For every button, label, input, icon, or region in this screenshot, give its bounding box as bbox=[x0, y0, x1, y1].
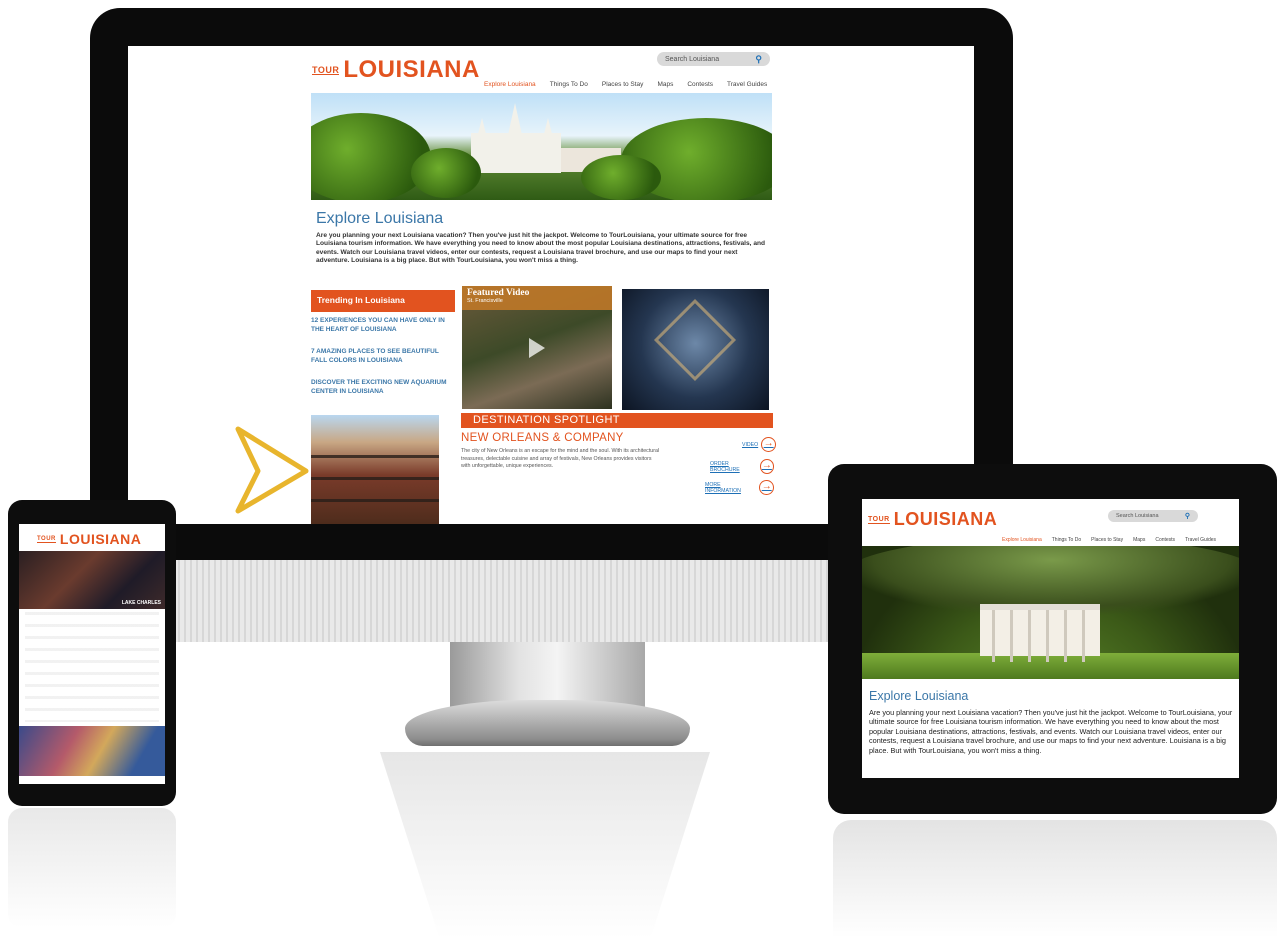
phone-banner-image[interactable] bbox=[19, 726, 165, 776]
spotlight-heading: DESTINATION SPOTLIGHT bbox=[461, 413, 773, 428]
nav-places-to-stay[interactable]: Places to Stay bbox=[602, 81, 644, 88]
site-logo[interactable]: TOUR LOUISIANA bbox=[312, 56, 480, 84]
arrow-right-icon: → bbox=[759, 459, 774, 474]
more-information-label: MORE INFORMATION bbox=[705, 481, 741, 494]
nav-maps[interactable]: Maps bbox=[657, 81, 673, 88]
trending-heading: Trending In Louisiana bbox=[311, 290, 455, 312]
tablet-screen: TOUR LOUISIANA Search Louisiana ⚲ Explor… bbox=[862, 499, 1239, 778]
tablet-logo[interactable]: TOUR LOUISIANA bbox=[868, 509, 997, 530]
nav-travel-guides[interactable]: Travel Guides bbox=[1185, 537, 1216, 543]
logo-tour-text: TOUR bbox=[312, 64, 340, 75]
nav-travel-guides[interactable]: Travel Guides bbox=[727, 81, 767, 88]
search-icon[interactable]: ⚲ bbox=[755, 54, 762, 65]
nav-things-to-do[interactable]: Things To Do bbox=[1052, 537, 1081, 543]
order-brochure-link[interactable]: ORDER BROCHURE → bbox=[710, 459, 774, 474]
tablet-explore-text: Are you planning your next Louisiana vac… bbox=[869, 708, 1233, 755]
video-link[interactable]: VIDEO → bbox=[742, 437, 777, 452]
featured-video-location: St. Francisville bbox=[467, 298, 503, 304]
phone-reflection bbox=[8, 808, 176, 928]
more-information-link[interactable]: MORE INFORMATION → bbox=[705, 480, 774, 495]
phone-hero-image[interactable]: LAKE CHARLES bbox=[19, 551, 165, 609]
explore-text: Are you planning your next Louisiana vac… bbox=[316, 232, 766, 265]
nav-things-to-do[interactable]: Things To Do bbox=[550, 81, 588, 88]
search-icon[interactable]: ⚲ bbox=[1185, 512, 1190, 520]
order-brochure-label: ORDER BROCHURE bbox=[710, 460, 740, 473]
logo-tour-text: TOUR bbox=[37, 535, 56, 543]
trending-item[interactable]: DISCOVER THE EXCITING NEW AQUARIUM CENTE… bbox=[311, 379, 451, 396]
nav-places-to-stay[interactable]: Places to Stay bbox=[1091, 537, 1123, 543]
phone-logo[interactable]: TOUR LOUISIANA bbox=[37, 531, 141, 547]
emblem-icon bbox=[653, 298, 737, 382]
logo-tour-text: TOUR bbox=[868, 515, 890, 524]
nav-contests[interactable]: Contests bbox=[687, 81, 713, 88]
featured-video-caption: Featured Video St. Francisville bbox=[462, 286, 612, 310]
pointer-arrow-icon bbox=[235, 426, 309, 514]
tablet-reflection bbox=[833, 820, 1277, 938]
logo-wordmark: LOUISIANA bbox=[59, 531, 142, 547]
tablet-hero-image bbox=[862, 546, 1239, 679]
nav-explore-louisiana[interactable]: Explore Louisiana bbox=[484, 81, 536, 88]
spotlight-title: NEW ORLEANS & COMPANY bbox=[461, 432, 624, 444]
tablet-explore-title: Explore Louisiana bbox=[869, 689, 969, 703]
nav-explore-louisiana[interactable]: Explore Louisiana bbox=[1002, 537, 1042, 543]
desktop-site: TOUR LOUISIANA Search Louisiana ⚲ Explor… bbox=[310, 46, 777, 524]
search-placeholder: Search Louisiana bbox=[665, 55, 720, 63]
featured-video[interactable]: Featured Video St. Francisville bbox=[462, 286, 612, 409]
nav-maps[interactable]: Maps bbox=[1133, 537, 1145, 543]
explore-title: Explore Louisiana bbox=[316, 210, 444, 227]
search-placeholder: Search Louisiana bbox=[1116, 513, 1159, 519]
balcony-photo[interactable] bbox=[311, 415, 439, 524]
video-link-label: VIDEO bbox=[742, 441, 759, 448]
tablet-nav: Explore Louisiana Things To Do Places to… bbox=[1002, 537, 1216, 543]
tablet-search-input[interactable]: Search Louisiana ⚲ bbox=[1108, 510, 1198, 522]
featured-video-title: Featured Video bbox=[467, 288, 530, 298]
arrow-right-icon: → bbox=[761, 437, 777, 452]
spotlight-text: The city of New Orleans is an escape for… bbox=[461, 448, 660, 469]
main-nav: Explore Louisiana Things To Do Places to… bbox=[484, 81, 767, 88]
search-input[interactable]: Search Louisiana ⚲ bbox=[657, 52, 770, 66]
logo-wordmark: LOUISIANA bbox=[893, 509, 998, 529]
monitor-reflection bbox=[380, 752, 710, 938]
nav-contests[interactable]: Contests bbox=[1155, 537, 1175, 543]
play-icon[interactable] bbox=[529, 338, 545, 358]
logo-wordmark: LOUISIANA bbox=[343, 56, 480, 83]
phone-content-list bbox=[25, 612, 159, 722]
hero-image bbox=[311, 93, 772, 200]
trending-item[interactable]: 12 EXPERIENCES YOU CAN HAVE ONLY IN THE … bbox=[311, 317, 451, 334]
video-thumbnail[interactable] bbox=[622, 289, 769, 410]
monitor-stand-base bbox=[405, 700, 690, 746]
phone-hero-caption: LAKE CHARLES bbox=[121, 600, 161, 606]
trending-item[interactable]: 7 AMAZING PLACES TO SEE BEAUTIFUL FALL C… bbox=[311, 348, 451, 365]
phone-screen: TOUR LOUISIANA LAKE CHARLES bbox=[19, 524, 165, 784]
arrow-right-icon: → bbox=[759, 480, 774, 495]
